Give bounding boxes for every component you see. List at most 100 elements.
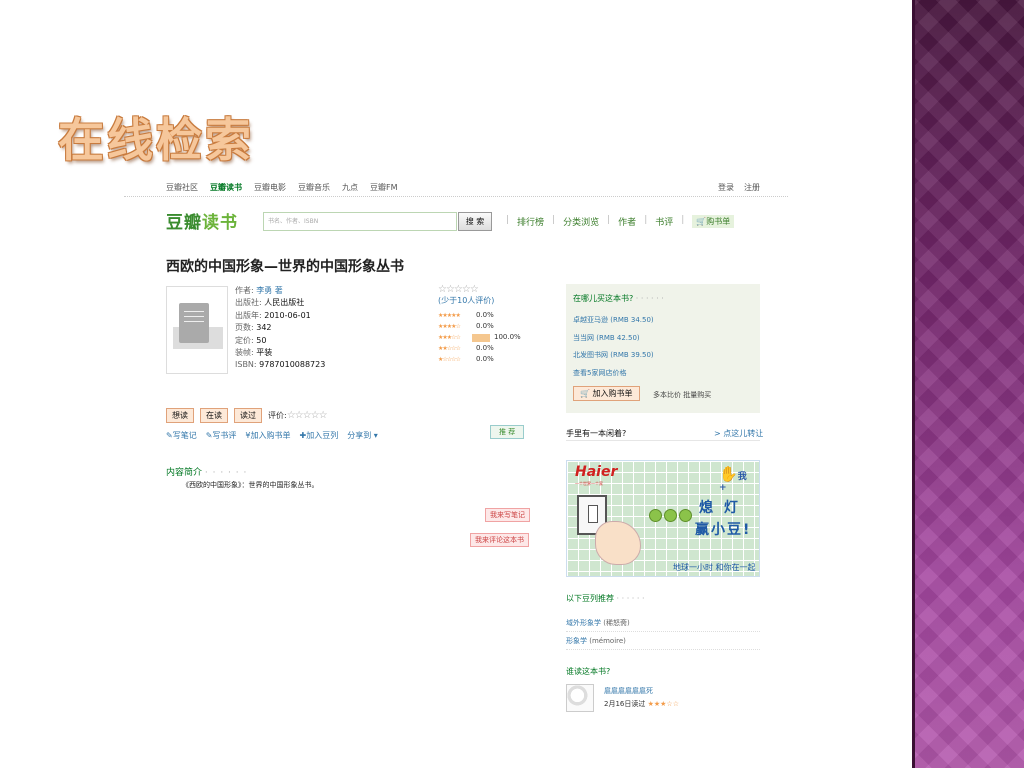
- add-list-link[interactable]: ✚加入豆列: [300, 430, 339, 441]
- reading-button[interactable]: 在读: [200, 408, 228, 423]
- rating-row-1: ★☆☆☆☆ 0.0%: [438, 355, 494, 363]
- nav-review[interactable]: 书评: [655, 215, 673, 228]
- divider: [566, 440, 760, 441]
- where-to-buy-box: 在哪儿买这本书? · · · · · · 卓越亚马逊 (RMB 34.50) 当…: [566, 284, 760, 413]
- rating-row-4: ★★★★☆ 0.0%: [438, 322, 494, 330]
- logo-douban: 豆瓣: [166, 213, 202, 233]
- nav-divider: [124, 196, 788, 197]
- rating-distribution: ★★★★★ 0.0% ★★★★☆ 0.0% ★★★☆☆ 100.0% ★★☆☆☆ 0.0…: [438, 310, 521, 365]
- want-to-read-button[interactable]: 想读: [166, 408, 194, 423]
- decorative-side-strip: [912, 0, 1024, 768]
- write-review-link[interactable]: ✎写书评: [206, 430, 237, 441]
- stars-3-icon: ★★★☆☆: [438, 334, 461, 341]
- search-button[interactable]: 搜 索: [458, 212, 492, 231]
- buy-heading: 在哪儿买这本书? · · · · · ·: [573, 294, 664, 303]
- more-stores-link[interactable]: 查看5家网店价格: [573, 368, 626, 378]
- topnav-community[interactable]: 豆瓣社区: [166, 182, 198, 193]
- pubdate-value: 2010-06-01: [264, 310, 311, 320]
- hand-logo-icon: ✋我+: [719, 465, 747, 493]
- price-value: 50: [256, 335, 267, 345]
- rating-bar: [472, 333, 490, 342]
- cart-icon: 🛒: [696, 217, 707, 226]
- book-title: 西欧的中国形象—世界的中国形象丛书: [166, 259, 404, 275]
- reader-date: 2月16日读过 ★★★☆☆: [604, 700, 679, 708]
- write-note-button[interactable]: 我来写笔记: [485, 508, 530, 522]
- pencil-icon: ✎: [166, 431, 173, 440]
- logo-book: 读书: [202, 213, 238, 233]
- topnav-book[interactable]: 豆瓣读书: [210, 182, 242, 193]
- hand-illustration: [595, 521, 641, 565]
- search-input[interactable]: 书名、作者、ISBN: [263, 212, 457, 231]
- rating-summary: ☆☆☆☆☆ (少于10人评价): [438, 284, 494, 306]
- add-cart-link[interactable]: ¥加入购书单: [245, 430, 290, 441]
- lists-heading: 以下豆列推荐 · · · · · ·: [566, 594, 645, 603]
- rating-row-3: ★★★☆☆ 100.0%: [438, 333, 521, 342]
- rating-row-2: ★★☆☆☆ 0.0%: [438, 344, 494, 352]
- stars-2-icon: ★★☆☆☆: [438, 345, 461, 352]
- isbn-value: 9787010088723: [259, 360, 326, 370]
- stars-5-icon: ★★★★★: [438, 312, 461, 319]
- beans-illustration: [649, 509, 692, 522]
- binding-value: 平装: [256, 348, 273, 358]
- reader-name-link[interactable]: 扈扈扈扈扈扈死: [604, 686, 653, 696]
- store-link-dangdang[interactable]: 当当网 (RMB 42.50): [573, 333, 640, 343]
- nav-cart-link[interactable]: 🛒购书单: [692, 215, 735, 228]
- pages-value: 342: [256, 323, 272, 333]
- haier-logo: Haier: [575, 464, 618, 480]
- rating-count-link[interactable]: (少于10人评价): [438, 295, 494, 306]
- main-navigation: | 排行榜 | 分类浏览 | 作者 | 书评 | 🛒购书单: [506, 215, 735, 228]
- write-note-link[interactable]: ✎写笔记: [166, 430, 197, 441]
- intro-text: 《西欧的中国形象》：世界的中国形象丛书。: [182, 481, 319, 489]
- rating-row-5: ★★★★★ 0.0%: [438, 311, 494, 319]
- ad-tagline: 地球一小时 和你在一起: [673, 563, 756, 572]
- reader-stars-icon: ★★★☆☆: [647, 700, 679, 708]
- haier-ad-banner[interactable]: Haier 一个世界一个家 ✋我+ 熄 灯 赢小豆! 地球一小时 和你在一起: [566, 460, 760, 577]
- share-link[interactable]: 分享到 ▾: [347, 430, 378, 441]
- account-links: 登录 注册: [718, 182, 760, 193]
- nav-browse[interactable]: 分类浏览: [563, 215, 599, 228]
- write-comment-button[interactable]: 我来评论这本书: [470, 533, 529, 547]
- publisher-value: 人民出版社: [264, 298, 305, 308]
- ad-subheadline: 赢小豆!: [695, 522, 752, 538]
- slide-title: 在线检索: [58, 113, 254, 167]
- topnav-music[interactable]: 豆瓣音乐: [298, 182, 330, 193]
- haier-slogan: 一个世界一个家: [575, 481, 603, 486]
- store-link-amazon[interactable]: 卓越亚马逊 (RMB 34.50): [573, 315, 654, 325]
- stars-4-icon: ★★★★☆: [438, 323, 461, 330]
- ad-headline: 熄 灯: [699, 500, 741, 516]
- topnav-movie[interactable]: 豆瓣电影: [254, 182, 286, 193]
- topnav-fm[interactable]: 豆瓣FM: [370, 182, 398, 193]
- cart-icon: 🛒: [580, 389, 593, 398]
- login-link[interactable]: 登录: [718, 182, 734, 193]
- topnav-9[interactable]: 九点: [342, 182, 358, 193]
- store-link-beifa[interactable]: 北发图书网 (RMB 39.50): [573, 350, 654, 360]
- nav-ranking[interactable]: 排行榜: [517, 215, 544, 228]
- recommend-button[interactable]: 推 荐: [490, 425, 525, 439]
- top-navigation: 豆瓣社区 豆瓣读书 豆瓣电影 豆瓣音乐 九点 豆瓣FM: [166, 182, 398, 193]
- douban-book-logo[interactable]: 豆瓣读书: [166, 208, 238, 233]
- book-placeholder-icon: [179, 303, 209, 343]
- register-link[interactable]: 注册: [744, 182, 760, 193]
- idle-book-text: 手里有一本闲着?: [566, 429, 627, 438]
- stars-1-icon: ★☆☆☆☆: [438, 356, 461, 363]
- book-cover[interactable]: [166, 286, 228, 374]
- intro-heading: 内容简介 · · · · · ·: [166, 468, 248, 478]
- nav-author[interactable]: 作者: [618, 215, 636, 228]
- secondary-actions: ✎写笔记 ✎写书评 ¥加入购书单 ✚加入豆列 分享到 ▾: [166, 430, 378, 441]
- rating-stars-icon: ☆☆☆☆☆: [438, 284, 479, 295]
- transfer-link[interactable]: > 点这儿转让: [714, 428, 763, 439]
- readers-heading: 谁读这本书?: [566, 667, 611, 676]
- avatar[interactable]: [566, 684, 594, 712]
- list-item[interactable]: 形象学 (mémoire): [566, 636, 626, 646]
- compare-links[interactable]: 多本比价 批量购买: [653, 390, 711, 400]
- author-link[interactable]: 李勇 著: [256, 286, 283, 295]
- status-actions: 想读 在读 读过 评价: ☆☆☆☆☆: [166, 408, 328, 423]
- chevron-down-icon: ▾: [371, 431, 378, 440]
- have-read-button[interactable]: 读过: [234, 408, 262, 423]
- rate-stars-input[interactable]: ☆☆☆☆☆: [287, 410, 328, 421]
- side-strip-edge: [912, 0, 915, 768]
- list-item[interactable]: 域外形象学 (稀怒斋): [566, 618, 630, 628]
- douban-book-page: 豆瓣社区 豆瓣读书 豆瓣电影 豆瓣音乐 九点 豆瓣FM 登录 注册 豆瓣读书 书…: [124, 178, 788, 738]
- rate-label: 评价:: [268, 411, 287, 420]
- add-to-cart-button[interactable]: 🛒 加入购书单: [573, 386, 640, 401]
